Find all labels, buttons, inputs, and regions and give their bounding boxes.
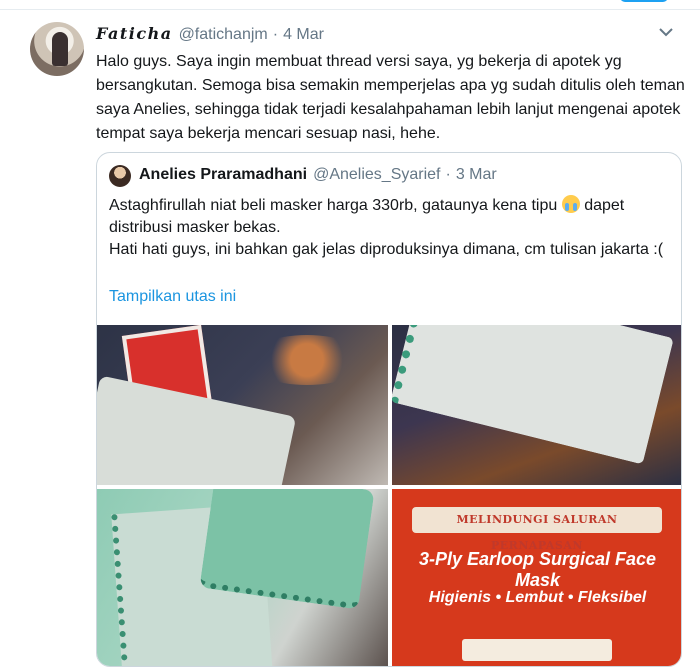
quoted-tweet[interactable]: Anelies Praramadhani @Anelies_Syarief · …: [96, 152, 682, 667]
mask-shape: [392, 325, 674, 465]
tweet-text: Halo guys. Saya ingin membuat thread ver…: [96, 53, 685, 142]
display-name[interactable]: Faticha: [96, 24, 173, 43]
packaging-stripe: [462, 639, 612, 661]
user-handle[interactable]: @fatichanjm: [179, 26, 268, 44]
tweet[interactable]: Faticha @fatichanjm · 4 Mar Halo guys. S…: [0, 10, 700, 667]
avatar-figure: [52, 32, 68, 66]
show-thread-link[interactable]: Tampilkan utas ini: [109, 288, 236, 306]
separator: ·: [272, 26, 279, 43]
photo-used-mask[interactable]: [392, 325, 681, 485]
product-features: Higienis • Lembut • Fleksibel: [428, 589, 647, 606]
photo-packaging[interactable]: MELINDUNGI SALURAN PERNAPASAN 3-Ply Earl…: [392, 489, 681, 666]
fabric-pattern: [247, 335, 367, 385]
quoted-text: Astaghfirullah niat beli masker harga 33…: [109, 195, 675, 261]
timestamp[interactable]: 4 Mar: [283, 26, 324, 44]
avatar[interactable]: [30, 22, 84, 76]
quoted-handle[interactable]: @Anelies_Syarief: [313, 166, 440, 184]
media-grid: MELINDUNGI SALURAN PERNAPASAN 3-Ply Earl…: [97, 325, 681, 666]
quoted-avatar[interactable]: [109, 165, 131, 187]
tweet-header: Faticha @fatichanjm · 4 Mar: [96, 24, 324, 46]
quoted-header: Anelies Praramadhani @Anelies_Syarief · …: [139, 166, 497, 184]
quoted-separator: ·: [445, 166, 451, 183]
quoted-timestamp[interactable]: 3 Mar: [456, 166, 497, 184]
quoted-text-line2: Hati hati guys, ini bahkan gak jelas dip…: [109, 241, 664, 258]
packaging-banner: MELINDUNGI SALURAN PERNAPASAN: [412, 507, 662, 552]
chevron-down-icon[interactable]: [656, 24, 676, 40]
photo-mask-box[interactable]: [97, 325, 388, 485]
quoted-display-name[interactable]: Anelies Praramadhani: [139, 166, 307, 184]
top-divider: [0, 0, 700, 10]
photo-green-masks[interactable]: [97, 489, 388, 666]
quoted-text-part1: Astaghfirullah niat beli masker harga 33…: [109, 197, 558, 214]
loudly-crying-face-icon: [561, 195, 580, 213]
product-name: 3-Ply Earloop Surgical Face Mask: [418, 549, 657, 590]
follow-button-edge[interactable]: [620, 0, 668, 2]
